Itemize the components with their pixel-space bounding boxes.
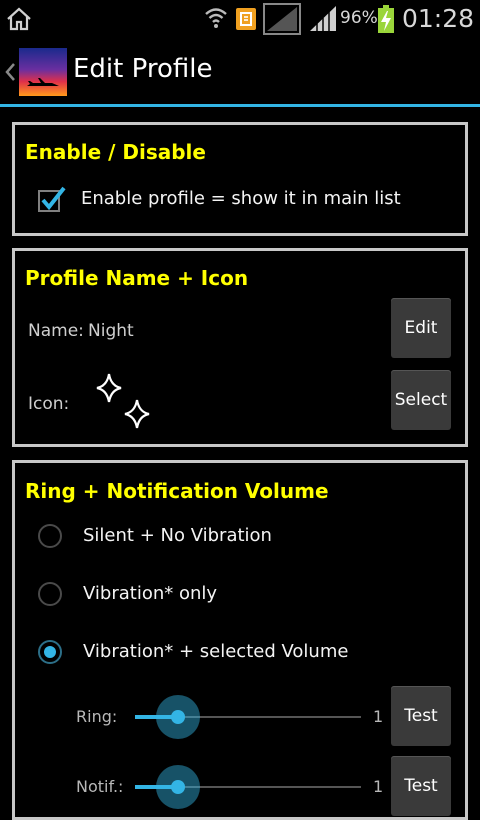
- radio-option-label: Vibration* + selected Volume: [83, 641, 349, 662]
- notification-volume-slider[interactable]: [135, 765, 361, 809]
- ring-value: 1: [373, 707, 384, 726]
- card-title-enable: Enable / Disable: [25, 140, 206, 164]
- icon-label: Icon:: [28, 394, 70, 414]
- action-bar: Edit Profile: [0, 38, 480, 106]
- radio-button[interactable]: [38, 524, 62, 548]
- select-icon-button[interactable]: Select: [391, 370, 451, 430]
- status-bar: 96% 01:28: [0, 0, 480, 38]
- clock: 01:28: [402, 4, 475, 33]
- radio-option-label: Silent + No Vibration: [83, 525, 272, 546]
- action-bar-divider: [0, 104, 480, 107]
- enable-profile-label: Enable profile = show it in main list: [81, 188, 401, 209]
- ring-volume-slider[interactable]: [135, 695, 361, 739]
- signal-empty-icon: [263, 3, 301, 35]
- enable-disable-card: Enable / Disable Enable profile = show i…: [12, 122, 468, 236]
- sparkles-icon: [96, 373, 150, 429]
- radio-option-silent[interactable]: Silent + No Vibration: [25, 514, 455, 558]
- battery-percent: 96%: [340, 8, 378, 28]
- battery-charging-icon: [378, 5, 394, 33]
- name-label: Name:: [28, 321, 84, 341]
- test-ring-button[interactable]: Test: [391, 686, 451, 746]
- checkbox-checked-icon[interactable]: [37, 185, 67, 213]
- enable-profile-checkbox-row[interactable]: Enable profile = show it in main list: [25, 177, 455, 221]
- slider-thumb[interactable]: [170, 710, 185, 724]
- up-navigation-button[interactable]: [0, 38, 70, 106]
- signal-icon: [310, 6, 336, 31]
- radio-option-vibration-volume[interactable]: Vibration* + selected Volume: [25, 630, 455, 674]
- wifi-icon: [205, 8, 227, 28]
- test-notification-button[interactable]: Test: [391, 756, 451, 816]
- notification-label: Notif.:: [76, 777, 124, 796]
- airplane-sunset-icon: [19, 48, 67, 96]
- edit-name-button[interactable]: Edit: [391, 298, 451, 358]
- radio-button-selected[interactable]: [38, 640, 62, 664]
- chevron-left-icon: [5, 63, 15, 81]
- page-title: Edit Profile: [73, 54, 213, 84]
- profile-name-icon-card: Profile Name + Icon Name: Night Edit Ico…: [12, 248, 468, 447]
- notification-icon: [236, 8, 256, 30]
- radio-button[interactable]: [38, 582, 62, 606]
- notification-value: 1: [373, 777, 384, 796]
- ring-volume-row: Ring: 1 Test: [15, 685, 465, 747]
- notification-volume-row: Notif.: 1 Test: [15, 755, 465, 817]
- name-value: Night: [88, 321, 134, 341]
- home-icon: [7, 7, 31, 31]
- radio-option-vibration-only[interactable]: Vibration* only: [25, 572, 455, 616]
- ring-notification-volume-card: Ring + Notification Volume Silent + No V…: [12, 460, 468, 820]
- card-title-volume: Ring + Notification Volume: [25, 479, 329, 503]
- radio-option-label: Vibration* only: [83, 583, 218, 604]
- ring-label: Ring:: [76, 707, 118, 726]
- slider-thumb[interactable]: [170, 780, 185, 794]
- card-title-profile: Profile Name + Icon: [25, 266, 249, 290]
